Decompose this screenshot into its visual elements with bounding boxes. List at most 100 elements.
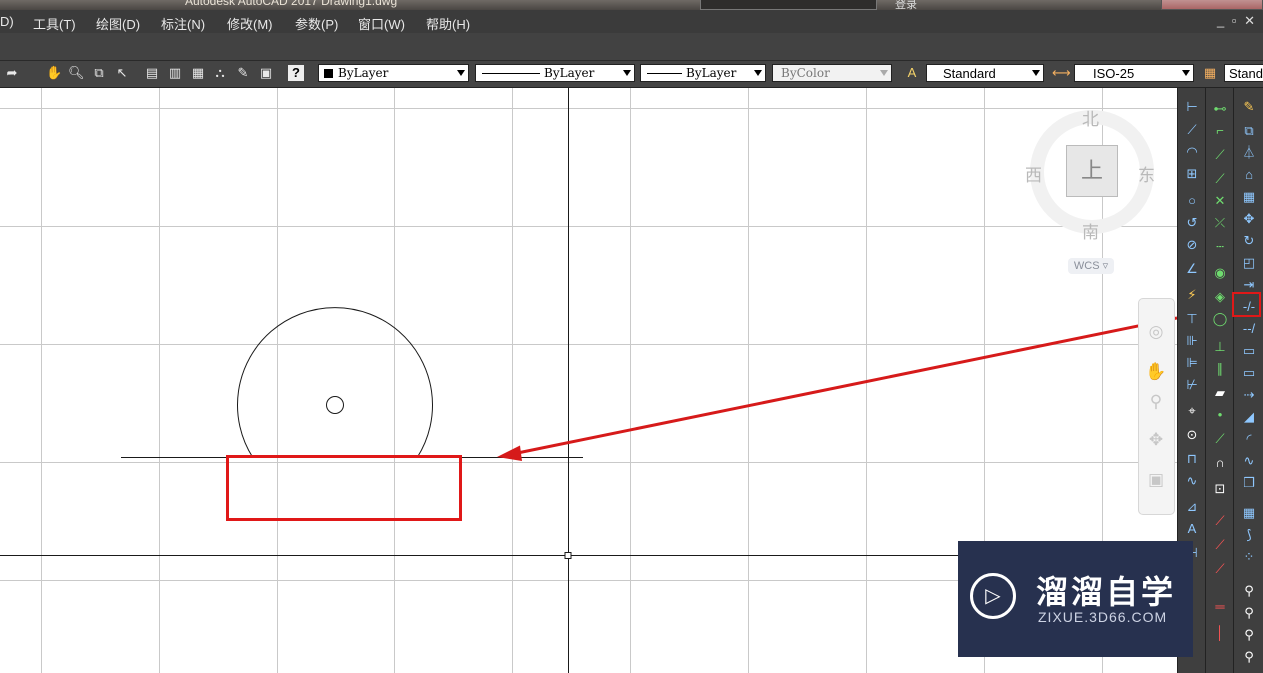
menu-window[interactable]: 窗口(W) xyxy=(358,14,405,33)
break-at-point-icon[interactable]: ▭ xyxy=(1240,342,1258,360)
snap-offset-icon[interactable]: ═ xyxy=(1211,598,1229,616)
wcs-menu[interactable]: WCS ▿ xyxy=(1068,258,1114,274)
snap-node-icon[interactable]: • xyxy=(1211,406,1229,424)
spline-edit-icon[interactable]: ⁘ xyxy=(1240,548,1258,566)
center-mark-icon[interactable]: ⊙ xyxy=(1183,426,1201,444)
fillet-icon[interactable]: ◜ xyxy=(1240,430,1258,448)
explode-icon[interactable]: ❒ xyxy=(1240,474,1258,492)
dim-style-combo[interactable]: ISO-25 xyxy=(1074,64,1194,82)
extend-icon[interactable]: --/ xyxy=(1240,320,1258,338)
zoom-dynamic-icon[interactable]: ⚲ xyxy=(1240,604,1258,622)
dim-aligned-icon[interactable]: ⟋ xyxy=(1183,121,1201,139)
zoom-window-icon[interactable]: ⧉ xyxy=(91,65,107,81)
snap-extension-icon[interactable]: ┄ xyxy=(1211,238,1229,256)
window-controls[interactable] xyxy=(1161,0,1263,10)
dim-break-icon[interactable]: ⊬ xyxy=(1183,376,1201,394)
menu-dimension[interactable]: 标注(N) xyxy=(161,14,205,33)
snap-none-icon[interactable]: ∩ xyxy=(1211,454,1229,472)
join-icon[interactable]: ⇢ xyxy=(1240,386,1258,404)
compass-north[interactable]: 北 xyxy=(1082,105,1099,130)
sign-in-label[interactable]: 登录 xyxy=(895,0,917,10)
offset-icon[interactable]: ⌂ xyxy=(1240,166,1258,184)
zoom-scale-icon[interactable]: ⚲ xyxy=(1240,626,1258,644)
large-arc[interactable] xyxy=(237,307,433,458)
redo-icon[interactable]: ➦ xyxy=(4,65,20,81)
tolerance-icon[interactable]: ⌖ xyxy=(1183,402,1201,420)
dim-space-icon[interactable]: ⊫ xyxy=(1183,354,1201,372)
viewcube-top-face[interactable]: 上 xyxy=(1066,145,1118,197)
scale-icon[interactable]: ◰ xyxy=(1240,254,1258,272)
menu-view[interactable]: D) xyxy=(0,14,14,29)
properties-icon[interactable]: ▤ xyxy=(144,65,160,81)
linetype-combo[interactable]: ByLayer xyxy=(475,64,635,82)
menu-tools[interactable]: 工具(T) xyxy=(33,14,76,33)
snap-tangent-icon[interactable]: ◯ xyxy=(1211,310,1229,328)
snap-from-icon[interactable]: ⌐ xyxy=(1211,122,1229,140)
menu-parametric[interactable]: 参数(P) xyxy=(295,14,338,33)
copy-icon[interactable]: ⧉ xyxy=(1240,122,1258,140)
snap-parallel-icon[interactable]: ∥ xyxy=(1211,360,1229,378)
dim-diameter-icon[interactable]: ⊘ xyxy=(1183,236,1201,254)
dim-linear-icon[interactable]: ⊢ xyxy=(1183,98,1201,116)
markup-icon[interactable]: ✎ xyxy=(235,65,251,81)
dim-arc-icon[interactable]: ◠ xyxy=(1183,143,1201,161)
rotate-icon[interactable]: ↻ xyxy=(1240,232,1258,250)
snap-arc-icon[interactable]: ⟋ xyxy=(1211,560,1229,578)
chamfer-icon[interactable]: ◢ xyxy=(1240,408,1258,426)
mirror-icon[interactable]: ⏃ xyxy=(1240,144,1258,162)
snap-center-icon[interactable]: ◉ xyxy=(1211,264,1229,282)
table-style-icon[interactable]: ▦ xyxy=(1202,65,1218,81)
sheet-set-icon[interactable]: ⛬ xyxy=(212,65,228,81)
design-center-icon[interactable]: ▥ xyxy=(167,65,183,81)
calculator-icon[interactable]: ▣ xyxy=(258,65,274,81)
pan-icon[interactable]: ✋ xyxy=(1145,361,1167,383)
menu-help[interactable]: 帮助(H) xyxy=(426,14,470,33)
steering-wheel-icon[interactable]: ◎ xyxy=(1145,321,1167,343)
text-style-combo[interactable]: Standard xyxy=(926,64,1044,82)
dim-jogged-icon[interactable]: ↺ xyxy=(1183,214,1201,232)
snap-endpoint-icon[interactable]: ⟋ xyxy=(1211,146,1229,164)
zoom-icon[interactable]: ⚲ xyxy=(1145,391,1167,413)
snap-intersection-icon[interactable]: ✕ xyxy=(1211,192,1229,210)
dim-edit-icon[interactable]: ⊿ xyxy=(1183,498,1201,516)
jogged-linear-icon[interactable]: ∿ xyxy=(1183,472,1201,490)
menu-modify[interactable]: 修改(M) xyxy=(227,14,273,33)
dim-text-edit-icon[interactable]: A xyxy=(1183,520,1201,538)
lineweight-combo[interactable]: ByLayer xyxy=(640,64,766,82)
tool-palettes-icon[interactable]: ▦ xyxy=(190,65,206,81)
snap-midpoint-icon[interactable]: ⟋ xyxy=(1211,170,1229,188)
inspection-icon[interactable]: ⊓ xyxy=(1183,450,1201,468)
break-icon[interactable]: ▭ xyxy=(1240,364,1258,382)
snap-perpendicular-icon[interactable]: ⊥ xyxy=(1211,338,1229,356)
array-icon[interactable]: ▦ xyxy=(1240,188,1258,206)
erase-icon[interactable]: ✎ xyxy=(1240,98,1258,116)
color-combo[interactable]: ByLayer xyxy=(318,64,469,82)
dim-baseline-icon[interactable]: ⊤ xyxy=(1183,310,1201,328)
snap-insert-icon[interactable]: ▰ xyxy=(1211,384,1229,402)
snap-xline-icon[interactable]: │ xyxy=(1211,624,1229,642)
search-box[interactable] xyxy=(700,0,877,10)
dim-style-icon[interactable]: ⟷ xyxy=(1052,65,1071,81)
compass-west[interactable]: 西 xyxy=(1025,161,1042,186)
showmotion-icon[interactable]: ▣ xyxy=(1145,469,1167,491)
compass-east[interactable]: 东 xyxy=(1138,161,1155,186)
zoom-realtime-icon[interactable]: 🔍︎ xyxy=(68,65,85,81)
temp-track-icon[interactable]: ⊷ xyxy=(1211,100,1229,118)
menu-draw[interactable]: 绘图(D) xyxy=(96,14,140,33)
dim-angular-icon[interactable]: ∠ xyxy=(1183,260,1201,278)
snap-ray-icon[interactable]: ⟋ xyxy=(1211,536,1229,554)
mdi-controls[interactable]: _ ▫ ✕ xyxy=(1217,13,1257,29)
snap-apparent-icon[interactable]: ⤫ xyxy=(1211,214,1229,232)
snap-line-icon[interactable]: ⟋ xyxy=(1211,512,1229,530)
zoom-previous-icon[interactable]: ↖ xyxy=(114,65,130,81)
quick-dim-icon[interactable]: ⚡ xyxy=(1183,286,1201,304)
osnap-settings-icon[interactable]: ⊡ xyxy=(1211,480,1229,498)
snap-quadrant-icon[interactable]: ◈ xyxy=(1211,288,1229,306)
pan-icon[interactable]: ✋ xyxy=(46,65,62,81)
dim-ordinate-icon[interactable]: ⊞ xyxy=(1183,165,1201,183)
blend-icon[interactable]: ∿ xyxy=(1240,452,1258,470)
dim-radius-icon[interactable]: ○ xyxy=(1183,192,1201,210)
text-style-icon[interactable]: A xyxy=(904,65,920,81)
zoom-center-icon[interactable]: ⚲ xyxy=(1240,648,1258,666)
zoom-window-r-icon[interactable]: ⚲ xyxy=(1240,582,1258,600)
